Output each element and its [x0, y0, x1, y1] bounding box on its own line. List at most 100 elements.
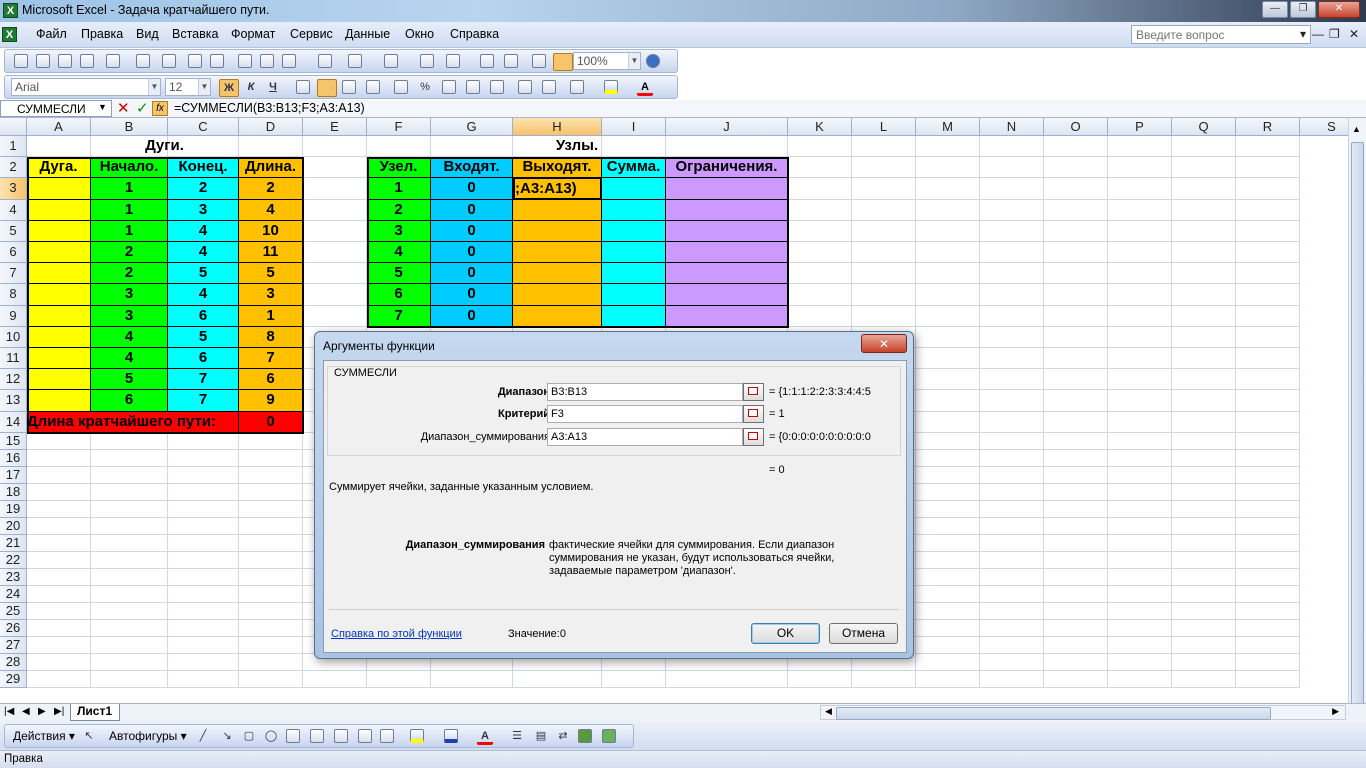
empty-cell[interactable]	[980, 534, 1044, 552]
empty-cell[interactable]	[980, 483, 1044, 501]
draw-font-color-icon[interactable]: A	[477, 728, 493, 745]
empty-cell[interactable]	[91, 670, 168, 688]
format-painter-icon[interactable]	[317, 53, 333, 69]
arrow-style-icon[interactable]: ⇄	[555, 728, 571, 744]
arcs-data-cell[interactable]: 11	[239, 242, 303, 264]
empty-cell[interactable]	[916, 568, 980, 586]
empty-cell[interactable]	[1108, 199, 1172, 221]
row-header-14[interactable]: 14	[0, 411, 27, 433]
empty-cell[interactable]	[916, 157, 980, 179]
empty-cell[interactable]	[788, 670, 852, 688]
collapse-dialog-icon[interactable]	[743, 428, 764, 446]
document-icon[interactable]: X	[2, 27, 17, 42]
empty-cell[interactable]	[91, 466, 168, 484]
fill-color-icon[interactable]	[603, 79, 619, 95]
empty-cell[interactable]	[239, 551, 303, 569]
nodes-header-cell[interactable]: Входят.	[431, 157, 513, 179]
empty-cell[interactable]	[239, 500, 303, 518]
empty-cell[interactable]	[916, 178, 980, 200]
merge-center-icon[interactable]	[365, 79, 381, 95]
empty-cell[interactable]	[1172, 534, 1236, 552]
nodes-data-cell[interactable]: 1	[367, 178, 431, 200]
nodes-data-cell[interactable]	[666, 199, 788, 221]
empty-cell[interactable]	[168, 449, 239, 467]
chart-wizard-icon[interactable]	[531, 53, 547, 69]
column-header-q[interactable]: Q	[1172, 118, 1236, 136]
arcs-data-cell[interactable]: 10	[239, 220, 303, 242]
empty-cell[interactable]	[1044, 157, 1108, 179]
empty-cell[interactable]	[1108, 500, 1172, 518]
empty-cell[interactable]	[239, 653, 303, 671]
empty-cell[interactable]	[916, 551, 980, 569]
next-sheet-icon[interactable]: ▶	[38, 706, 46, 717]
arg-input-sum-range[interactable]: A3:A13	[547, 428, 743, 446]
empty-cell[interactable]	[27, 483, 91, 501]
column-header-j[interactable]: J	[666, 118, 788, 136]
empty-cell[interactable]	[1108, 326, 1172, 348]
nodes-data-cell[interactable]: 0	[431, 220, 513, 242]
shortest-path-label[interactable]: Длина кратчайшего пути:	[27, 411, 239, 433]
empty-cell[interactable]	[1172, 602, 1236, 620]
empty-cell[interactable]	[1172, 585, 1236, 603]
empty-cell[interactable]	[916, 348, 980, 370]
nodes-data-cell[interactable]: 3	[367, 220, 431, 242]
empty-cell[interactable]	[27, 568, 91, 586]
arcs-data-cell[interactable]	[27, 305, 91, 327]
empty-cell[interactable]	[239, 585, 303, 603]
empty-cell[interactable]	[980, 305, 1044, 327]
arcs-data-cell[interactable]: 7	[239, 348, 303, 370]
nodes-data-cell[interactable]: 0	[431, 284, 513, 306]
empty-cell[interactable]	[27, 534, 91, 552]
column-header-e[interactable]: E	[303, 118, 367, 136]
empty-cell[interactable]	[1236, 670, 1300, 688]
vertical-scrollbar[interactable]: ▲	[1348, 118, 1366, 768]
column-header-a[interactable]: A	[27, 118, 91, 136]
arcs-data-cell[interactable]: 6	[91, 390, 168, 412]
nodes-data-cell[interactable]: 2	[367, 199, 431, 221]
empty-cell[interactable]	[168, 585, 239, 603]
arcs-data-cell[interactable]: 3	[239, 284, 303, 306]
empty-cell[interactable]	[91, 568, 168, 586]
textbox-icon[interactable]	[285, 728, 301, 744]
empty-cell[interactable]	[1236, 585, 1300, 603]
nodes-data-cell[interactable]: 0	[431, 199, 513, 221]
arcs-data-cell[interactable]: 2	[168, 178, 239, 200]
empty-cell[interactable]	[1108, 178, 1172, 200]
empty-cell[interactable]	[1044, 284, 1108, 306]
empty-cell[interactable]	[91, 619, 168, 637]
empty-cell[interactable]	[788, 305, 852, 327]
menu-file[interactable]: Файл	[36, 27, 67, 41]
empty-cell[interactable]	[91, 517, 168, 535]
cancel-button[interactable]: Отмена	[829, 623, 898, 644]
empty-cell[interactable]	[91, 534, 168, 552]
row-header-13[interactable]: 13	[0, 390, 27, 412]
empty-cell[interactable]	[1236, 602, 1300, 620]
empty-cell[interactable]	[239, 534, 303, 552]
empty-cell[interactable]	[788, 284, 852, 306]
empty-cell[interactable]	[916, 220, 980, 242]
empty-cell[interactable]	[1108, 284, 1172, 306]
align-left-icon[interactable]	[295, 79, 311, 95]
arcs-data-cell[interactable]: 3	[91, 284, 168, 306]
empty-cell[interactable]	[916, 284, 980, 306]
empty-cell[interactable]	[1044, 369, 1108, 391]
draw-actions-menu[interactable]: Действия ▾	[13, 729, 75, 743]
empty-cell[interactable]	[367, 670, 431, 688]
wordart-icon[interactable]	[309, 728, 325, 744]
horizontal-scroll-thumb[interactable]	[836, 707, 1271, 720]
nodes-data-cell[interactable]	[602, 178, 666, 200]
empty-cell[interactable]	[916, 585, 980, 603]
empty-cell[interactable]	[1108, 670, 1172, 688]
row-header-20[interactable]: 20	[0, 517, 27, 535]
arcs-data-cell[interactable]: 4	[168, 242, 239, 264]
empty-cell[interactable]	[916, 449, 980, 467]
ok-button[interactable]: OK	[751, 623, 820, 644]
align-right-icon[interactable]	[341, 79, 357, 95]
nodes-data-cell[interactable]: 0	[431, 263, 513, 285]
empty-cell[interactable]	[1236, 411, 1300, 433]
column-header-f[interactable]: F	[367, 118, 431, 136]
row-header-10[interactable]: 10	[0, 326, 27, 348]
sort-descending-icon[interactable]	[503, 53, 519, 69]
collapse-dialog-icon[interactable]	[743, 405, 764, 423]
empty-cell[interactable]	[1108, 390, 1172, 412]
